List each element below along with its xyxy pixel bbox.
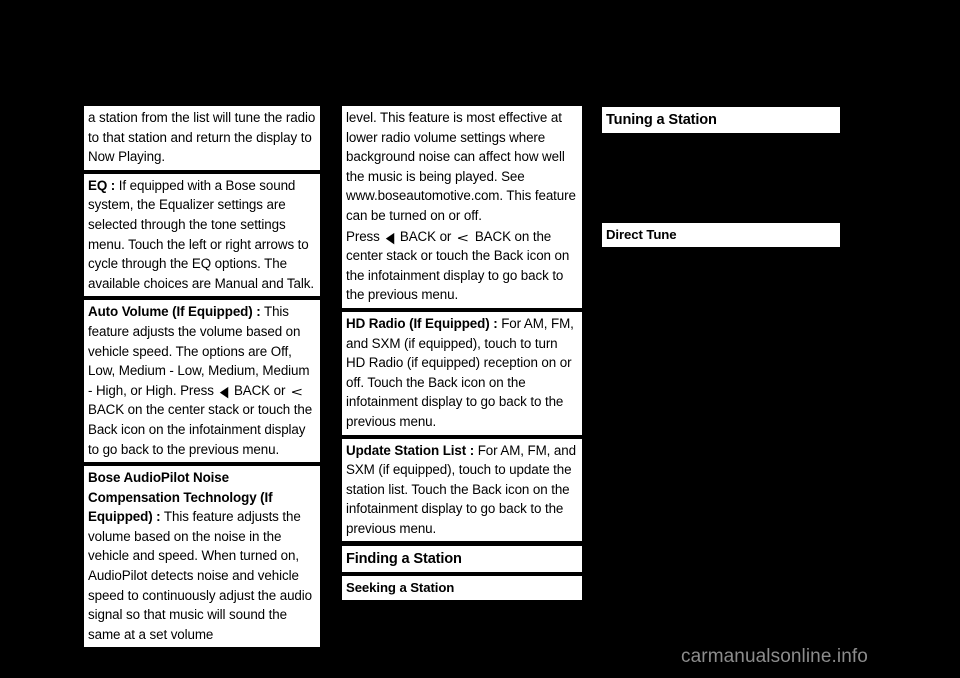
eq-definition-block: EQ : If equipped with a Bose sound syste… (84, 173, 320, 297)
auto-volume-body-2: BACK or (230, 382, 289, 398)
middle-column: level. This feature is most effective at… (342, 0, 582, 604)
heading-finding-a-station: Finding a Station (346, 551, 462, 568)
auto-volume-definition-block: Auto Volume (If Equipped) : This feature… (84, 300, 320, 463)
eq-definition-text: EQ : If equipped with a Bose sound syste… (88, 176, 316, 294)
heading-seeking-a-station: Seeking a Station (346, 580, 455, 596)
bose-continued-body-2: BACK or (396, 228, 455, 244)
right-column: Tuning a Station Direct Tune (602, 0, 840, 251)
manual-page: a station from the list will tune the ra… (0, 0, 960, 678)
bose-audiopilot-definition-block: Bose AudioPilot Noise Compensation Techn… (84, 466, 320, 648)
auto-volume-body-3: BACK on the center stack or touch the Ba… (88, 402, 313, 457)
bose-audiopilot-definition-text: Bose AudioPilot Noise Compensation Techn… (88, 468, 316, 644)
hd-radio-definition-text: HD Radio (If Equipped) : For AM, FM, and… (346, 314, 578, 432)
back-triangle-icon: ◀ (220, 382, 229, 400)
hd-radio-term: HD Radio (If Equipped) : (346, 315, 498, 331)
back-chevron-icon: < (290, 383, 303, 399)
heading-finding-a-station-block: Finding a Station (342, 546, 582, 573)
continued-paragraph-block: a station from the list will tune the ra… (84, 106, 320, 170)
auto-volume-definition-text: Auto Volume (If Equipped) : This feature… (88, 302, 316, 459)
update-station-list-definition-block: Update Station List : For AM, FM, and SX… (342, 438, 582, 542)
site-watermark: carmanualsonline.info (681, 646, 868, 667)
heading-seeking-a-station-block: Seeking a Station (342, 576, 582, 601)
hd-radio-body: For AM, FM, and SXM (if equipped), touch… (346, 315, 574, 429)
left-column: a station from the list will tune the ra… (84, 0, 320, 651)
bose-continued-body-1: Press (346, 228, 384, 244)
bose-audiopilot-body: This feature adjusts the volume based on… (88, 509, 313, 642)
heading-direct-tune-block: Direct Tune (602, 223, 840, 247)
update-station-list-definition-text: Update Station List : For AM, FM, and SX… (346, 441, 578, 539)
bose-continued-block: level. This feature is most effective at… (342, 106, 582, 308)
eq-body: If equipped with a Bose sound system, th… (88, 177, 314, 291)
bose-continued-paragraph-2: Press ◀ BACK or < BACK on the center sta… (346, 227, 578, 305)
right-column-gap (602, 137, 840, 223)
heading-tuning-a-station-block: Tuning a Station (602, 107, 840, 133)
auto-volume-term: Auto Volume (If Equipped) : (88, 304, 261, 320)
update-station-list-term: Update Station List : (346, 442, 475, 458)
eq-term: EQ : (88, 177, 116, 193)
back-chevron-icon: < (456, 229, 469, 245)
continued-paragraph-text: a station from the list will tune the ra… (88, 110, 316, 165)
hd-radio-definition-block: HD Radio (If Equipped) : For AM, FM, and… (342, 311, 582, 435)
heading-direct-tune: Direct Tune (606, 227, 677, 242)
back-triangle-icon: ◀ (386, 228, 395, 246)
heading-tuning-a-station: Tuning a Station (606, 112, 717, 128)
bose-continued-paragraph-1: level. This feature is most effective at… (346, 110, 576, 223)
